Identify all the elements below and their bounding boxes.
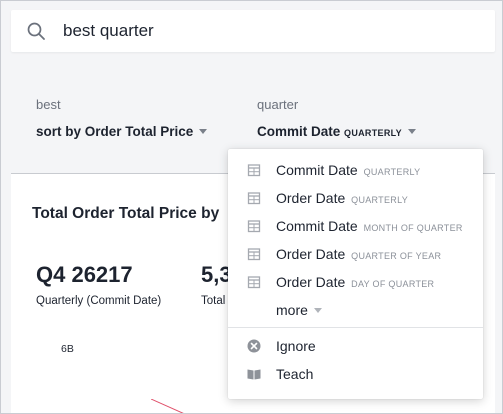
token-value-dropdown[interactable]: sort by Order Total Price bbox=[36, 124, 208, 139]
book-icon bbox=[247, 369, 261, 380]
calendar-icon bbox=[247, 220, 261, 233]
kpi-label: Total bbox=[201, 295, 226, 307]
token-value-dropdown[interactable]: Commit Date QUARTERLY bbox=[257, 124, 416, 139]
card-title: Total Order Total Price by bbox=[32, 205, 220, 222]
token-value-sub: QUARTERLY bbox=[344, 128, 402, 138]
calendar-icon bbox=[247, 248, 261, 261]
ignore-button[interactable]: Ignore bbox=[228, 332, 483, 360]
token-word: quarter bbox=[257, 97, 299, 112]
dropdown-option[interactable]: Order Date QUARTERLY bbox=[228, 184, 483, 212]
search-input[interactable] bbox=[63, 19, 483, 43]
token-best: best sort by Order Total Price bbox=[36, 97, 208, 139]
app-frame: best sort by Order Total Price quarter C… bbox=[0, 0, 503, 414]
calendar-icon bbox=[247, 164, 261, 177]
teach-label: Teach bbox=[276, 366, 314, 382]
search-bar[interactable] bbox=[11, 10, 495, 52]
dropdown-option-label: Commit Date MONTH OF QUARTER bbox=[276, 218, 463, 234]
dropdown-option-label: Order Date DAY OF QUARTER bbox=[276, 274, 435, 290]
kpi-value: 5,3 bbox=[201, 262, 232, 287]
trend-line bbox=[151, 399, 184, 413]
ignore-icon bbox=[247, 339, 261, 353]
chevron-down-icon bbox=[199, 129, 208, 134]
token-value-label: sort by Order Total Price bbox=[36, 124, 194, 139]
dropdown-option[interactable]: Order Date DAY OF QUARTER bbox=[228, 268, 483, 296]
ignore-label: Ignore bbox=[276, 338, 316, 354]
column-options-dropdown: Commit Date QUARTERLY Order Date QUARTER… bbox=[228, 149, 483, 399]
kpi-label: Quarterly (Commit Date) bbox=[36, 295, 162, 307]
dropdown-option-label: Commit Date QUARTERLY bbox=[276, 162, 421, 178]
chevron-down-icon bbox=[313, 308, 322, 313]
token-quarter: quarter Commit Date QUARTERLY bbox=[257, 97, 416, 139]
y-axis-tick: 6B bbox=[61, 343, 74, 355]
dropdown-option[interactable]: Order Date QUARTER OF YEAR bbox=[228, 240, 483, 268]
more-options-button[interactable]: more bbox=[228, 296, 483, 324]
dropdown-option[interactable]: Commit Date QUARTERLY bbox=[228, 156, 483, 184]
token-word: best bbox=[36, 97, 61, 112]
calendar-icon bbox=[247, 192, 261, 205]
kpi-value: Q4 26217 bbox=[36, 262, 133, 287]
calendar-icon bbox=[247, 276, 261, 289]
dropdown-option[interactable]: Commit Date MONTH OF QUARTER bbox=[228, 212, 483, 240]
dropdown-divider bbox=[228, 327, 483, 328]
token-value-label: Commit Date bbox=[257, 124, 341, 139]
teach-button[interactable]: Teach bbox=[228, 360, 483, 388]
dropdown-option-label: Order Date QUARTER OF YEAR bbox=[276, 246, 442, 262]
chevron-down-icon bbox=[407, 129, 416, 134]
more-label: more bbox=[276, 302, 322, 318]
search-icon bbox=[27, 22, 45, 40]
dropdown-option-label: Order Date QUARTERLY bbox=[276, 190, 409, 206]
